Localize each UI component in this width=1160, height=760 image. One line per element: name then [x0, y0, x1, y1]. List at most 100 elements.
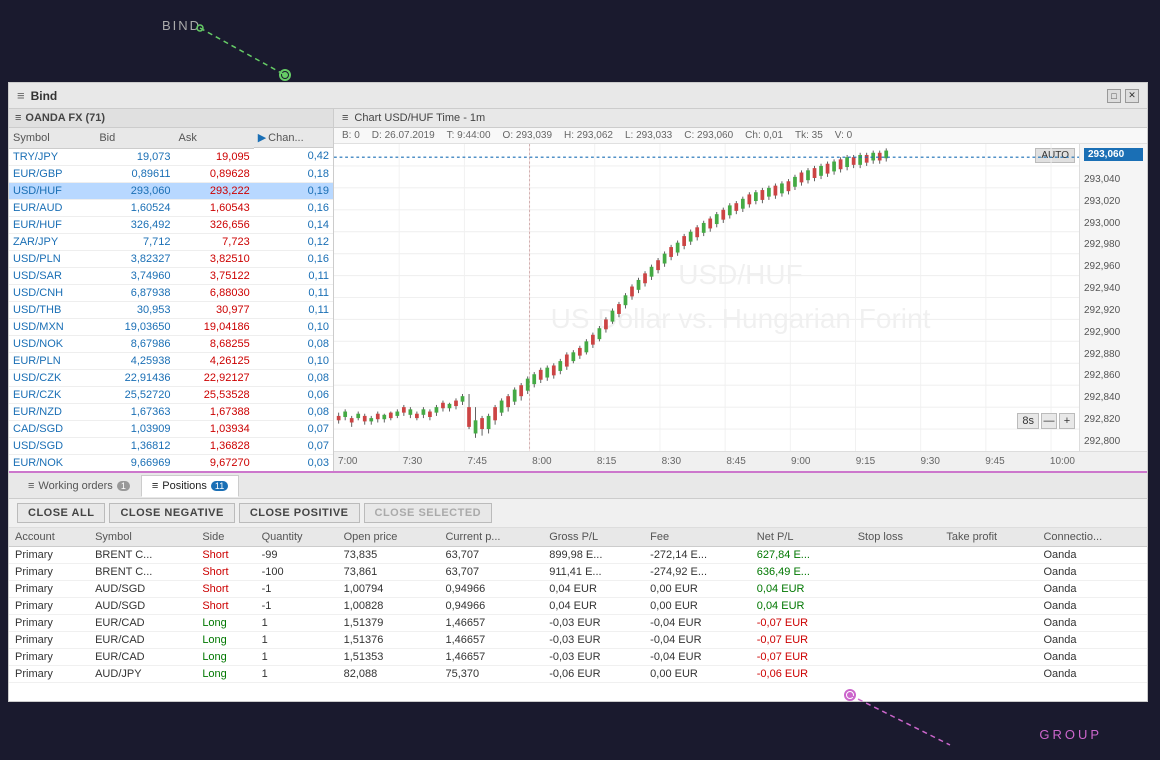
bid-cell: 25,52720: [95, 386, 174, 403]
pos-connection: Oanda: [1037, 564, 1147, 581]
price-292840: 292,840: [1084, 392, 1143, 403]
symbol-cell: EUR/CZK: [9, 386, 95, 403]
col-fee[interactable]: Fee: [644, 528, 751, 547]
symbol-table-row[interactable]: USD/CZK 22,91436 22,92127 0,08: [9, 369, 333, 386]
symbol-table-row[interactable]: EUR/NOK 9,66969 9,67270 0,03: [9, 454, 333, 471]
pos-side: Long: [196, 615, 255, 632]
pos-symbol: AUD/SGD: [89, 598, 196, 615]
positions-table-row[interactable]: Primary BRENT C... Short -100 73,861 63,…: [9, 564, 1147, 581]
symbol-cell: EUR/AUD: [9, 199, 95, 216]
col-symbol[interactable]: Symbol: [9, 128, 95, 148]
positions-table-wrap[interactable]: Account Symbol Side Quantity Open price …: [9, 528, 1147, 701]
chart-price-scale: 293,060 293,040 293,020 293,000 292,980 …: [1079, 144, 1147, 451]
col-current-p[interactable]: Current p...: [439, 528, 543, 547]
positions-table-row[interactable]: Primary EUR/CAD Long 1 1,51379 1,46657 -…: [9, 615, 1147, 632]
positions-table-row[interactable]: Primary AUD/JPY Long 1 82,088 75,370 -0,…: [9, 666, 1147, 683]
col-change[interactable]: ▶ Chan...: [254, 128, 333, 148]
col-symbol[interactable]: Symbol: [89, 528, 196, 547]
pos-side: Short: [196, 547, 255, 564]
col-account[interactable]: Account: [9, 528, 89, 547]
pos-symbol: BRENT C...: [89, 547, 196, 564]
pos-connection: Oanda: [1037, 649, 1147, 666]
symbol-table-row[interactable]: CAD/SGD 1,03909 1,03934 0,07: [9, 420, 333, 437]
symbol-table-row[interactable]: USD/NOK 8,67986 8,68255 0,08: [9, 335, 333, 352]
ask-cell: 0,89628: [175, 165, 254, 182]
symbol-table-row[interactable]: EUR/HUF 326,492 326,656 0,14: [9, 216, 333, 233]
close-all-button[interactable]: CLOSE ALL: [17, 503, 105, 523]
positions-table-row[interactable]: Primary EUR/CAD Long 1 1,51376 1,46657 -…: [9, 632, 1147, 649]
symbol-table-row[interactable]: TRY/JPY 19,073 19,095 0,42: [9, 148, 333, 165]
zoom-minus-button[interactable]: —: [1041, 413, 1057, 429]
symbol-table-row[interactable]: EUR/AUD 1,60524 1,60543 0,16: [9, 199, 333, 216]
price-292860: 292,860: [1084, 370, 1143, 381]
col-stop-loss[interactable]: Stop loss: [852, 528, 941, 547]
bid-cell: 6,87938: [95, 284, 174, 301]
symbol-table-row[interactable]: USD/PLN 3,82327 3,82510 0,16: [9, 250, 333, 267]
symbol-table-row[interactable]: USD/THB 30,953 30,977 0,11: [9, 301, 333, 318]
symbol-table-row[interactable]: USD/CNH 6,87938 6,88030 0,11: [9, 284, 333, 301]
col-gross-pl[interactable]: Gross P/L: [543, 528, 644, 547]
col-bid[interactable]: Bid: [95, 128, 174, 148]
symbol-table-row[interactable]: EUR/GBP 0,89611 0,89628 0,18: [9, 165, 333, 182]
tab-positions[interactable]: ≡ Positions 11: [141, 475, 239, 497]
symbol-table: Symbol Bid Ask ▶ Chan... TRY/JPY 19,073 …: [9, 128, 333, 471]
zoom-plus-button[interactable]: +: [1059, 413, 1075, 429]
col-ask[interactable]: Ask: [175, 128, 254, 148]
price-293000: 293,000: [1084, 218, 1143, 229]
pos-net-pl: -0,07 EUR: [751, 649, 852, 666]
pos-side: Short: [196, 564, 255, 581]
change-cell: 0,11: [254, 267, 333, 284]
chart-drawing-area[interactable]: USD/HUF US Dollar vs. Hungarian Forint A…: [334, 144, 1147, 451]
symbol-cell: EUR/HUF: [9, 216, 95, 233]
bid-cell: 9,66969: [95, 454, 174, 471]
chart-time-axis: 7:00 7:30 7:45 8:00 8:15 8:30 8:45 9:00 …: [334, 451, 1147, 471]
positions-table-row[interactable]: Primary AUD/SGD Short -1 1,00828 0,94966…: [9, 598, 1147, 615]
pos-fee: -0,04 EUR: [644, 615, 751, 632]
col-side[interactable]: Side: [196, 528, 255, 547]
restore-button[interactable]: □: [1107, 89, 1121, 103]
bottom-toolbar: CLOSE ALL CLOSE NEGATIVE CLOSE POSITIVE …: [9, 499, 1147, 528]
ask-cell: 25,53528: [175, 386, 254, 403]
symbol-table-row[interactable]: EUR/NZD 1,67363 1,67388 0,08: [9, 403, 333, 420]
bottom-section: ≡ Working orders 1 ≡ Positions 11 CLOSE …: [9, 471, 1147, 701]
positions-table-row[interactable]: Primary EUR/CAD Long 1 1,51353 1,46657 -…: [9, 649, 1147, 666]
close-positive-button[interactable]: CLOSE POSITIVE: [239, 503, 360, 523]
pos-current-p: 75,370: [439, 666, 543, 683]
symbol-table-row[interactable]: EUR/CZK 25,52720 25,53528 0,06: [9, 386, 333, 403]
pos-open-price: 1,00828: [338, 598, 440, 615]
symbol-table-row[interactable]: USD/SAR 3,74960 3,75122 0,11: [9, 267, 333, 284]
pos-connection: Oanda: [1037, 632, 1147, 649]
col-take-profit[interactable]: Take profit: [940, 528, 1037, 547]
symbol-table-row[interactable]: USD/HUF 293,060 293,222 0,19: [9, 182, 333, 199]
pos-side: Long: [196, 632, 255, 649]
change-cell: 0,42: [254, 148, 333, 165]
pos-quantity: -1: [256, 581, 338, 598]
chart-v: V: 0: [835, 130, 852, 141]
col-connection[interactable]: Connectio...: [1037, 528, 1147, 547]
price-292960: 292,960: [1084, 261, 1143, 272]
bid-cell: 8,67986: [95, 335, 174, 352]
symbol-table-row[interactable]: ZAR/JPY 7,712 7,723 0,12: [9, 233, 333, 250]
col-quantity[interactable]: Quantity: [256, 528, 338, 547]
pos-net-pl: -0,07 EUR: [751, 615, 852, 632]
close-button[interactable]: ✕: [1125, 89, 1139, 103]
ask-cell: 1,36828: [175, 437, 254, 454]
symbol-table-row[interactable]: USD/SGD 1,36812 1,36828 0,07: [9, 437, 333, 454]
positions-table-row[interactable]: Primary AUD/SGD Short -1 1,00794 0,94966…: [9, 581, 1147, 598]
main-panel: ≡ Bind □ ✕ ≡ OANDA FX (71) Symbol Bid: [8, 82, 1148, 702]
symbol-table-scroll[interactable]: Symbol Bid Ask ▶ Chan... TRY/JPY 19,073 …: [9, 128, 333, 471]
close-negative-button[interactable]: CLOSE NEGATIVE: [109, 503, 234, 523]
tab-positions-count: 11: [211, 481, 228, 491]
symbol-table-row[interactable]: EUR/PLN 4,25938 4,26125 0,10: [9, 352, 333, 369]
col-open-price[interactable]: Open price: [338, 528, 440, 547]
tab-working-orders-count: 1: [117, 481, 130, 491]
symbol-table-row[interactable]: USD/MXN 19,03650 19,04186 0,10: [9, 318, 333, 335]
pos-quantity: 1: [256, 615, 338, 632]
tab-working-orders[interactable]: ≡ Working orders 1: [17, 475, 141, 497]
col-net-pl[interactable]: Net P/L: [751, 528, 852, 547]
bottom-tabs: ≡ Working orders 1 ≡ Positions 11: [9, 473, 1147, 499]
symbol-panel-title: OANDA FX (71): [25, 112, 105, 124]
positions-table-row[interactable]: Primary BRENT C... Short -99 73,835 63,7…: [9, 547, 1147, 564]
close-selected-button[interactable]: CLOSE SELECTED: [364, 503, 493, 523]
pos-account: Primary: [9, 598, 89, 615]
